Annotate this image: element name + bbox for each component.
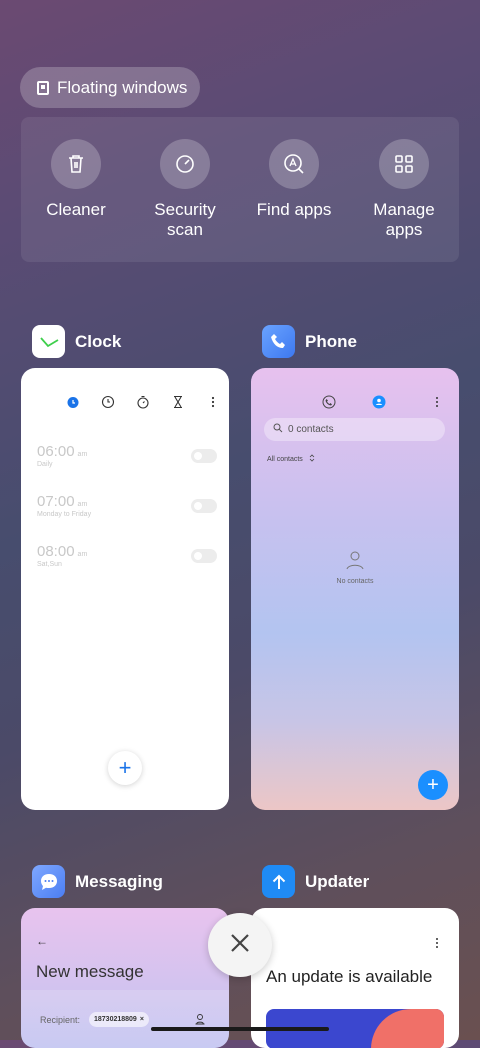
clock-app-icon: [32, 325, 65, 358]
recipient-chip-value: 18730218809: [94, 1016, 137, 1023]
add-contact-button[interactable]: +: [418, 770, 448, 800]
find-apps-label: Find apps: [256, 200, 332, 219]
alarm-toggle[interactable]: [191, 449, 217, 463]
alarm-repeat: Monday to Friday: [37, 511, 92, 518]
person-icon: [344, 549, 366, 576]
contacts-tab-icon[interactable]: [372, 395, 386, 414]
security-scan-label-line2: scan: [167, 220, 203, 239]
alarm-repeat: Sat,Sun: [37, 561, 62, 568]
floating-windows-label: Floating windows: [57, 77, 188, 97]
call-log-icon[interactable]: [322, 395, 336, 414]
close-all-button[interactable]: [208, 913, 272, 977]
contacts-filter-label: All contacts: [267, 455, 303, 463]
add-contact-label: +: [427, 773, 439, 796]
phone-app-card[interactable]: 0 contacts All contacts No contacts +: [251, 368, 459, 810]
more-icon[interactable]: [205, 394, 221, 410]
manage-apps-label-line1: Manage: [373, 200, 435, 219]
manage-apps-button[interactable]: Manage apps: [349, 139, 459, 240]
alarm-item[interactable]: 08:00 am Sat,Sun: [37, 543, 217, 568]
empty-contacts-text: No contacts: [336, 578, 374, 585]
floating-windows-button[interactable]: Floating windows: [20, 67, 200, 108]
more-icon[interactable]: [430, 395, 444, 414]
sort-icon: [309, 454, 315, 464]
alarm-time: 07:00: [37, 493, 75, 510]
update-available-title: An update is available: [266, 967, 433, 986]
alarm-ampm: am: [77, 451, 88, 458]
grid-icon: [379, 139, 429, 189]
updater-app-header[interactable]: Updater: [262, 865, 369, 898]
updater-app-name: Updater: [305, 871, 370, 891]
contacts-search-input[interactable]: 0 contacts: [264, 418, 445, 441]
shield-scan-icon: [160, 139, 210, 189]
alarm-repeat: Daily: [37, 461, 53, 468]
find-apps-icon: [269, 139, 319, 189]
home-indicator[interactable]: [151, 1027, 329, 1031]
messaging-app-header[interactable]: Messaging: [32, 865, 163, 898]
alarm-time: 06:00: [37, 443, 75, 460]
remove-recipient-icon[interactable]: ×: [140, 1016, 144, 1023]
floating-window-icon: [37, 80, 49, 95]
messaging-app-icon: [32, 865, 65, 898]
trash-icon: [51, 139, 101, 189]
manage-apps-label-line2: apps: [385, 220, 423, 239]
more-icon[interactable]: [430, 936, 444, 955]
clock-app-name: Clock: [75, 331, 122, 351]
stopwatch-icon[interactable]: [135, 394, 151, 410]
updater-app-icon: [262, 865, 295, 898]
alarm-ampm: am: [77, 551, 88, 558]
phone-app-icon: [262, 325, 295, 358]
phone-app-header[interactable]: Phone: [262, 325, 357, 358]
search-icon: [273, 423, 283, 436]
alarm-item[interactable]: 07:00 am Monday to Friday: [37, 493, 217, 518]
recipient-chip[interactable]: 18730218809 ×: [89, 1012, 149, 1027]
messaging-app-name: Messaging: [75, 871, 163, 891]
cleaner-button[interactable]: Cleaner: [21, 139, 131, 220]
cleaner-label: Cleaner: [46, 200, 106, 219]
alarm-time: 08:00: [37, 543, 75, 560]
alarm-ampm: am: [77, 501, 88, 508]
timer-icon[interactable]: [170, 394, 186, 410]
new-message-title: New message: [36, 962, 144, 981]
alarm-item[interactable]: 06:00 am Daily: [37, 443, 217, 468]
phone-app-name: Phone: [305, 331, 357, 351]
contacts-filter[interactable]: All contacts: [267, 454, 315, 464]
clock-app-header[interactable]: Clock: [32, 325, 121, 358]
quick-actions-panel: Cleaner Security scan Find apps Manage a…: [21, 117, 459, 262]
contacts-search-placeholder: 0 contacts: [288, 424, 334, 435]
alarm-toggle[interactable]: [191, 499, 217, 513]
recipient-label: Recipient:: [40, 1015, 81, 1025]
alarm-icon[interactable]: [65, 394, 81, 410]
alarm-toggle[interactable]: [191, 549, 217, 563]
find-apps-button[interactable]: Find apps: [239, 139, 349, 220]
clock-icon[interactable]: [100, 394, 116, 410]
security-scan-label-line1: Security: [154, 200, 216, 219]
add-alarm-label: +: [118, 755, 132, 780]
back-arrow-icon[interactable]: ←: [36, 934, 48, 948]
close-icon: [229, 932, 251, 959]
security-scan-button[interactable]: Security scan: [130, 139, 240, 240]
add-alarm-button[interactable]: +: [108, 751, 142, 785]
clock-app-card[interactable]: 06:00 am Daily 07:00 am Monday to Friday 0…: [21, 368, 229, 810]
